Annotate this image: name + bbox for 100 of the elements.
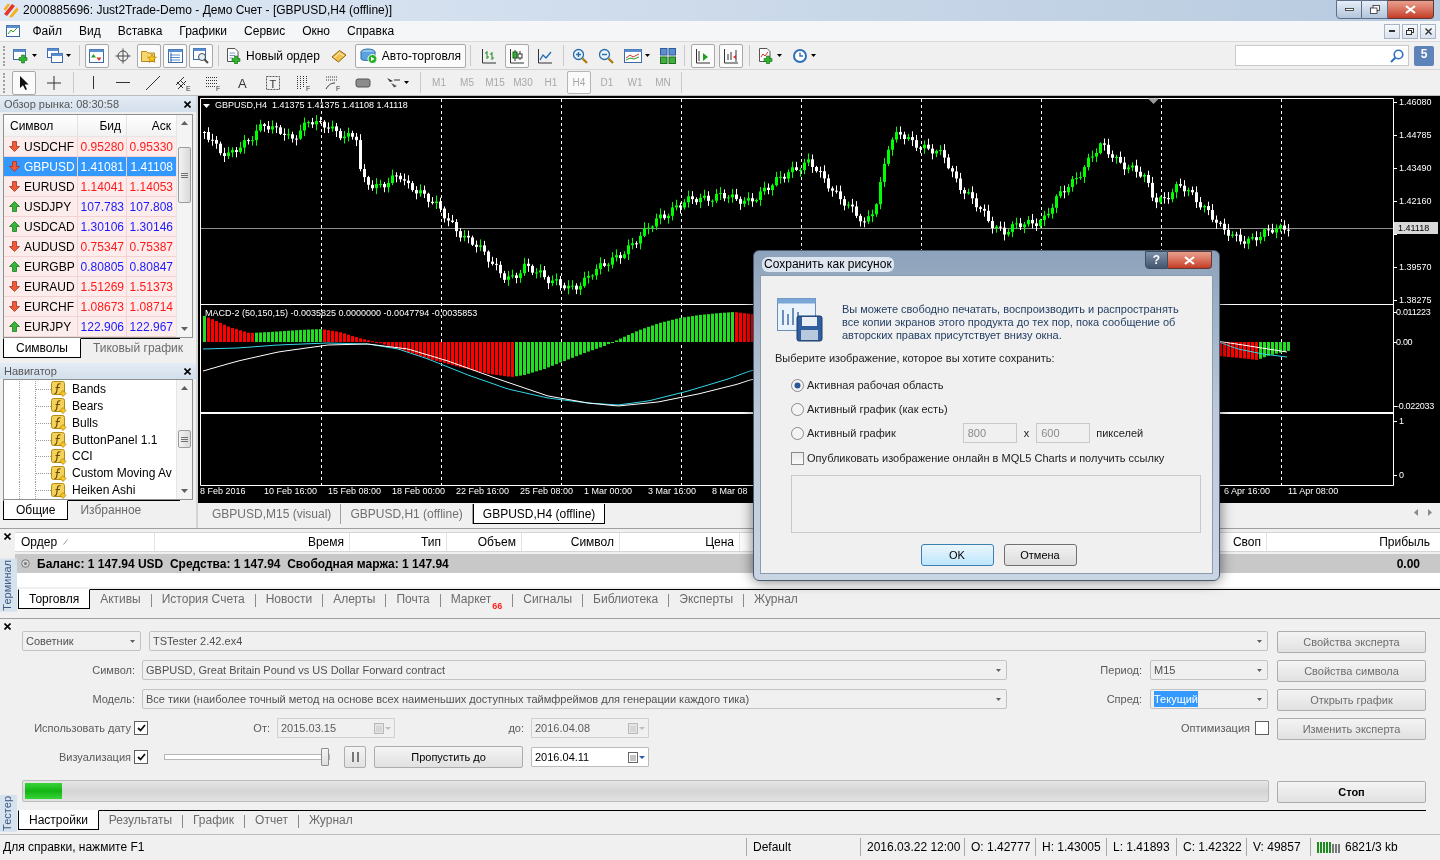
dropdown[interactable]: Все тики (наиболее точный метод на основе всех наименьших доступных таймфреймов для генерации каждого тика) [142, 689, 1007, 709]
chart-tab[interactable]: GBPUSD,H4 (offline) [472, 504, 606, 524]
column-header[interactable]: Объем [447, 533, 522, 551]
market-row[interactable]: USDJPY 107.783 107.808 [4, 197, 176, 217]
checkbox[interactable] [134, 721, 148, 735]
tab[interactable]: График [183, 810, 245, 830]
tab[interactable]: Избранное [68, 500, 154, 520]
date-field[interactable]: 2016.04.11 [531, 747, 649, 767]
tester-side-label[interactable]: Тестер [0, 795, 17, 832]
new-order-button[interactable]: Новый ордер [223, 43, 323, 68]
scrollbar[interactable] [176, 115, 192, 337]
close-icon[interactable] [4, 623, 11, 630]
navigator-item[interactable]: CCI [72, 449, 93, 465]
skip-to-button[interactable]: Пропустить до [374, 746, 523, 768]
tab[interactable]: Журнал [298, 810, 363, 830]
dropdown[interactable]: M15 [1150, 660, 1268, 680]
navigator-item[interactable]: Custom Moving Av [72, 466, 172, 482]
dropdown[interactable]: GBPUSD, Great Britain Pound vs US Dollar Forward contract [142, 660, 1007, 680]
terminal-side-label[interactable]: Терминал [0, 559, 17, 612]
maximize-button[interactable] [1362, 0, 1388, 19]
dialog-button[interactable]: OK [920, 544, 994, 566]
column-header[interactable]: Символ [4, 115, 78, 136]
menu-item[interactable]: Файл [24, 23, 71, 39]
checkbox-label[interactable]: Опубликовать изображение онлайн в MQL5 Charts и получить ссылку [807, 449, 1165, 467]
minimize-button[interactable] [1384, 23, 1400, 39]
menu-item[interactable]: Вставка [109, 23, 171, 39]
close-icon[interactable] [184, 367, 191, 375]
tab[interactable]: История Счета [151, 589, 255, 609]
dropdown[interactable]: Советник [22, 631, 141, 651]
scroll-left-icon[interactable] [1414, 509, 1418, 516]
close-button[interactable] [1420, 23, 1436, 39]
column-header[interactable]: Символ [522, 533, 620, 551]
market-row[interactable]: EURAUD 1.51269 1.51373 [4, 277, 176, 297]
market-row[interactable]: EURCHF 1.08673 1.08714 [4, 297, 176, 317]
navigator-item[interactable]: Bulls [72, 415, 98, 431]
chart-tab[interactable]: GBPUSD,H1 (offline) [341, 504, 473, 524]
menu-item[interactable]: Сервис [235, 23, 294, 39]
market-row[interactable]: EURUSD 1.14041 1.14053 [4, 177, 176, 197]
radio-label[interactable]: Активный график (как есть) [807, 400, 948, 418]
tab[interactable]: Настройки [18, 810, 99, 830]
messages-button[interactable]: 5 [1414, 45, 1434, 66]
tab[interactable]: Алерты [323, 589, 386, 609]
menu-item[interactable]: Вид [70, 23, 110, 39]
scroll-thumb[interactable] [178, 147, 191, 203]
market-row[interactable]: EURJPY 122.906 122.967 [4, 317, 176, 337]
pause-button[interactable] [344, 746, 366, 768]
triangle-marker-icon[interactable] [1148, 98, 1159, 104]
column-header[interactable]: Тип [350, 533, 447, 551]
scroll-right-icon[interactable] [1428, 509, 1432, 516]
autoscroll-button[interactable] [691, 43, 716, 68]
tab[interactable]: Эксперты [669, 589, 743, 609]
market-row[interactable]: AUDUSD 0.75347 0.75387 [4, 237, 176, 257]
slider-thumb[interactable] [321, 748, 329, 766]
close-icon[interactable] [184, 100, 191, 108]
market-watch-button[interactable] [85, 43, 109, 68]
candlestick-button[interactable] [505, 43, 530, 68]
terminal-button[interactable] [163, 43, 187, 68]
column-header[interactable]: Цена [620, 533, 740, 551]
dropdown[interactable]: TSTester 2.42.ex4 [149, 631, 1268, 651]
tester-button[interactable] [189, 43, 213, 68]
navigator-item[interactable]: Heiken Ashi [72, 483, 136, 499]
auto-trading-button[interactable]: Авто-торговля [354, 43, 467, 68]
tab[interactable]: Сигналы [513, 589, 583, 609]
menu-item[interactable]: Графики [170, 23, 236, 39]
column-header[interactable]: Ордер [21, 533, 58, 551]
tab[interactable]: Библиотека [583, 589, 669, 609]
tab[interactable]: Отчет [245, 810, 298, 830]
tab[interactable]: Общие [3, 500, 69, 520]
close-icon[interactable] [4, 533, 11, 540]
radio-label[interactable]: Активная рабочая область [807, 376, 944, 394]
scroll-thumb[interactable] [178, 430, 191, 448]
menu-item[interactable]: Окно [293, 23, 339, 39]
tab[interactable]: Символы [3, 338, 81, 358]
minimize-button[interactable] [1336, 0, 1362, 19]
navigator-item[interactable]: Bands [72, 381, 107, 397]
tab[interactable]: Журнал [744, 589, 808, 609]
checkbox[interactable] [134, 750, 148, 764]
tab[interactable]: Результаты [98, 810, 183, 830]
dialog-button[interactable]: Отмена [1003, 544, 1077, 566]
close-button[interactable] [1388, 0, 1434, 19]
column-header[interactable]: Бид [78, 115, 127, 136]
scrollbar[interactable] [176, 380, 192, 499]
checkbox[interactable] [791, 451, 804, 465]
tab[interactable]: Почта [386, 589, 440, 609]
market-row[interactable]: USDCHF 0.95280 0.95330 [4, 137, 176, 157]
radio-button[interactable] [791, 378, 804, 392]
link-output-field[interactable] [791, 475, 1201, 533]
navigator-item[interactable]: Bears [72, 398, 104, 414]
action-button[interactable]: Стоп [1277, 781, 1426, 804]
tab[interactable]: Активы [90, 589, 151, 609]
radio-label[interactable]: Активный график [807, 424, 896, 442]
drawing-tool-button[interactable] [12, 70, 36, 95]
tab[interactable]: Новости [255, 589, 323, 609]
restore-button[interactable] [1402, 23, 1418, 39]
search-field[interactable] [1235, 45, 1409, 66]
column-header[interactable]: Прибыль [1267, 533, 1440, 551]
chart-shift-button[interactable] [719, 43, 744, 68]
radio-button[interactable] [791, 402, 804, 416]
checkbox[interactable] [1255, 721, 1269, 735]
market-row[interactable]: USDCAD 1.30106 1.30146 [4, 217, 176, 237]
